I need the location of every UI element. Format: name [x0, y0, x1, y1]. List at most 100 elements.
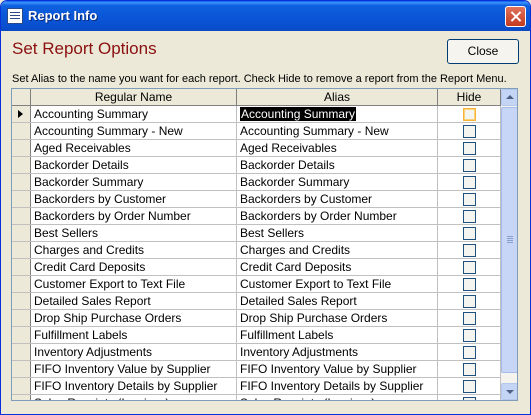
alias-field[interactable]: Best Sellers	[237, 225, 438, 241]
table-row[interactable]: Drop Ship Purchase Orders Drop Ship Purch…	[12, 310, 501, 327]
record-selector[interactable]	[12, 378, 31, 394]
hide-cell	[438, 140, 501, 156]
alias-field[interactable]: Charges and Credits	[237, 242, 438, 258]
hide-cell	[438, 276, 501, 292]
hide-checkbox[interactable]	[463, 108, 476, 121]
alias-field[interactable]: Backorders by Order Number	[237, 208, 438, 224]
regular-name-cell: Backorders by Customer	[31, 191, 237, 207]
hide-checkbox[interactable]	[463, 210, 476, 223]
record-selector[interactable]	[12, 174, 31, 190]
form-icon	[7, 8, 23, 24]
regular-name-cell: Backorders by Order Number	[31, 208, 237, 224]
alias-field[interactable]: Backorder Details	[237, 157, 438, 173]
regular-name-cell: Fulfillment Labels	[31, 327, 237, 343]
record-selector[interactable]	[12, 327, 31, 343]
close-button[interactable]: Close	[447, 39, 519, 64]
table-row[interactable]: Customer Export to Text File Customer Exp…	[12, 276, 501, 293]
table-row[interactable]: FIFO Inventory Details by Supplier FIFO I…	[12, 378, 501, 395]
table-row[interactable]: Detailed Sales Report Detailed Sales Repo…	[12, 293, 501, 310]
table-row[interactable]: Inventory Adjustments Inventory Adjustmen…	[12, 344, 501, 361]
hide-checkbox[interactable]	[463, 159, 476, 172]
hide-cell	[438, 310, 501, 326]
alias-field[interactable]: Accounting Summary - New	[237, 123, 438, 139]
column-header-regular-name[interactable]: Regular Name	[31, 89, 237, 106]
scroll-up-button[interactable]	[501, 89, 517, 106]
record-selector[interactable]	[12, 191, 31, 207]
alias-field[interactable]: Drop Ship Purchase Orders	[237, 310, 438, 326]
record-selector[interactable]	[12, 157, 31, 173]
table-row[interactable]: Fulfillment Labels Fulfillment Labels	[12, 327, 501, 344]
hide-cell	[438, 259, 501, 275]
alias-field[interactable]: Customer Export to Text File	[237, 276, 438, 292]
scroll-down-button[interactable]	[501, 383, 517, 400]
table-row[interactable]: Credit Card Deposits Credit Card Deposits	[12, 259, 501, 276]
hide-cell	[438, 327, 501, 343]
hide-checkbox[interactable]	[463, 346, 476, 359]
table-row[interactable]: Sales Receipts (Invoices)Sales Receipts …	[12, 395, 501, 400]
alias-field[interactable]: Accounting Summary	[237, 106, 438, 122]
table-row[interactable]: Accounting Summary - New Accounting Summa…	[12, 123, 501, 140]
record-selector[interactable]	[12, 208, 31, 224]
hide-checkbox[interactable]	[463, 227, 476, 240]
hide-checkbox[interactable]	[463, 363, 476, 376]
record-selector[interactable]	[12, 310, 31, 326]
hide-checkbox[interactable]	[463, 329, 476, 342]
record-selector[interactable]	[12, 276, 31, 292]
instructions-text: Set Alias to the name you want for each …	[12, 73, 507, 85]
hide-checkbox[interactable]	[463, 244, 476, 257]
record-selector[interactable]	[12, 344, 31, 360]
table-row[interactable]: Backorders by Customer Backorders by Cust…	[12, 191, 501, 208]
close-icon[interactable]	[505, 6, 526, 27]
record-selector[interactable]	[12, 106, 31, 122]
regular-name-cell: Accounting Summary - New	[31, 123, 237, 139]
alias-field[interactable]: Inventory Adjustments	[237, 344, 438, 360]
table-row[interactable]: Backorders by Order Number Backorders by …	[12, 208, 501, 225]
alias-field[interactable]: Credit Card Deposits	[237, 259, 438, 275]
table-row[interactable]: Accounting Summary Accounting Summary	[12, 106, 501, 123]
alias-field[interactable]: Fulfillment Labels	[237, 327, 438, 343]
regular-name-cell: Best Sellers	[31, 225, 237, 241]
grid-header: Regular Name Alias Hide	[12, 89, 501, 106]
hide-checkbox[interactable]	[463, 176, 476, 189]
record-selector[interactable]	[12, 259, 31, 275]
alias-field[interactable]: Aged Receivables	[237, 140, 438, 156]
alias-field[interactable]: Backorders by Customer	[237, 191, 438, 207]
alias-selected-text: Accounting Summary	[240, 107, 357, 121]
table-row[interactable]: Backorder Summary Backorder Summary	[12, 174, 501, 191]
column-header-hide[interactable]: Hide	[438, 89, 501, 106]
regular-name-cell: FIFO Inventory Details by Supplier	[31, 378, 237, 394]
table-row[interactable]: FIFO Inventory Value by Supplier FIFO Inv…	[12, 361, 501, 378]
table-row[interactable]: Best Sellers Best Sellers	[12, 225, 501, 242]
alias-field[interactable]: Sales Receipts (Invoices)	[237, 395, 438, 400]
record-selector[interactable]	[12, 140, 31, 156]
hide-checkbox[interactable]	[463, 125, 476, 138]
alias-field[interactable]: Backorder Summary	[237, 174, 438, 190]
scrollbar-thumb[interactable]	[501, 107, 517, 373]
table-row[interactable]: Aged Receivables Aged Receivables	[12, 140, 501, 157]
selector-header	[12, 89, 31, 106]
vertical-scrollbar[interactable]	[501, 89, 517, 400]
record-selector[interactable]	[12, 123, 31, 139]
report-info-window: Report Info Set Report Options Close Set…	[0, 0, 531, 415]
hide-checkbox[interactable]	[463, 397, 476, 400]
record-selector[interactable]	[12, 361, 31, 377]
hide-checkbox[interactable]	[463, 278, 476, 291]
record-selector[interactable]	[12, 242, 31, 258]
record-selector[interactable]	[12, 225, 31, 241]
hide-checkbox[interactable]	[463, 261, 476, 274]
record-selector[interactable]	[12, 395, 31, 400]
title-bar[interactable]: Report Info	[1, 1, 530, 31]
alias-field[interactable]: FIFO Inventory Value by Supplier	[237, 361, 438, 377]
hide-checkbox[interactable]	[463, 193, 476, 206]
hide-checkbox[interactable]	[463, 380, 476, 393]
alias-field[interactable]: Detailed Sales Report	[237, 293, 438, 309]
hide-checkbox[interactable]	[463, 312, 476, 325]
column-header-alias[interactable]: Alias	[237, 89, 438, 106]
table-row[interactable]: Charges and Credits Charges and Credits	[12, 242, 501, 259]
hide-checkbox[interactable]	[463, 142, 476, 155]
hide-checkbox[interactable]	[463, 295, 476, 308]
record-selector[interactable]	[12, 293, 31, 309]
alias-field[interactable]: FIFO Inventory Details by Supplier	[237, 378, 438, 394]
table-row[interactable]: Backorder Details Backorder Details	[12, 157, 501, 174]
record-pointer-icon	[18, 110, 23, 118]
